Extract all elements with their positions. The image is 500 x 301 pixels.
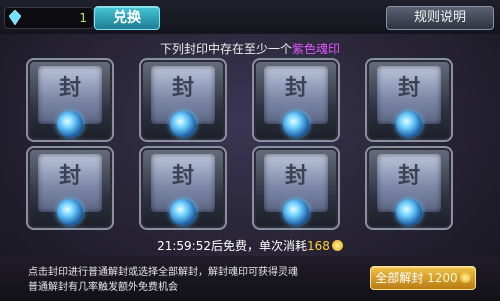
seal-char: 封	[58, 163, 81, 189]
gold-coin-icon	[331, 240, 343, 251]
soul-orb-icon	[57, 199, 83, 225]
seal-slot[interactable]: 封	[139, 146, 227, 230]
soul-orb-icon	[170, 111, 196, 137]
timer-cost: 168	[307, 239, 330, 253]
seal-slot[interactable]: 封	[365, 58, 453, 142]
currency-display: 1	[4, 7, 94, 29]
rules-button[interactable]: 规则说明	[386, 6, 494, 30]
seal-slot[interactable]: 封	[252, 58, 340, 142]
seal-char: 封	[171, 163, 194, 189]
soul-orb-icon	[283, 111, 309, 137]
seal-char: 封	[58, 75, 81, 101]
seal-slot[interactable]: 封	[26, 58, 114, 142]
unseal-all-button[interactable]: 全部解封 1200	[370, 266, 476, 290]
seal-slot[interactable]: 封	[365, 146, 453, 230]
seal-char: 封	[171, 75, 194, 101]
seal-char: 封	[397, 75, 420, 101]
soul-orb-icon	[57, 111, 83, 137]
unseal-all-label: 全部解封	[375, 271, 424, 285]
timer-countdown: 21:59:52	[157, 239, 211, 253]
tip-line-2: 普通解封有几率触发额外免费机会	[28, 282, 178, 293]
exchange-button[interactable]: 兑换	[94, 6, 160, 30]
gold-coin-icon	[459, 272, 471, 283]
tip-line-1: 点击封印进行普通解封或选择全部解封，解封魂印可获得灵魂	[28, 267, 298, 278]
seal-char: 封	[284, 163, 307, 189]
soul-orb-icon	[396, 199, 422, 225]
soul-orb-icon	[396, 111, 422, 137]
seal-char: 封	[284, 75, 307, 101]
unseal-tip: 点击封印进行普通解封或选择全部解封，解封魂印可获得灵魂 普通解封有几率触发额外免…	[28, 265, 328, 295]
notice-text: 下列封印中存在至少一个	[159, 42, 292, 56]
currency-amount: 1	[79, 11, 87, 25]
unseal-all-price: 1200	[427, 271, 458, 285]
seal-notice: 下列封印中存在至少一个紫色魂印	[0, 40, 500, 57]
seal-slot[interactable]: 封	[139, 58, 227, 142]
seal-slot[interactable]: 封	[252, 146, 340, 230]
free-timer: 21:59:52后免费，单次消耗168	[0, 237, 500, 254]
soul-orb-icon	[170, 199, 196, 225]
notice-highlight: 紫色魂印	[292, 42, 341, 56]
soul-orb-icon	[283, 199, 309, 225]
timer-text: 后免费，单次消耗	[210, 239, 307, 253]
seal-slot[interactable]: 封	[26, 146, 114, 230]
seal-char: 封	[397, 163, 420, 189]
diamond-icon	[9, 10, 21, 25]
